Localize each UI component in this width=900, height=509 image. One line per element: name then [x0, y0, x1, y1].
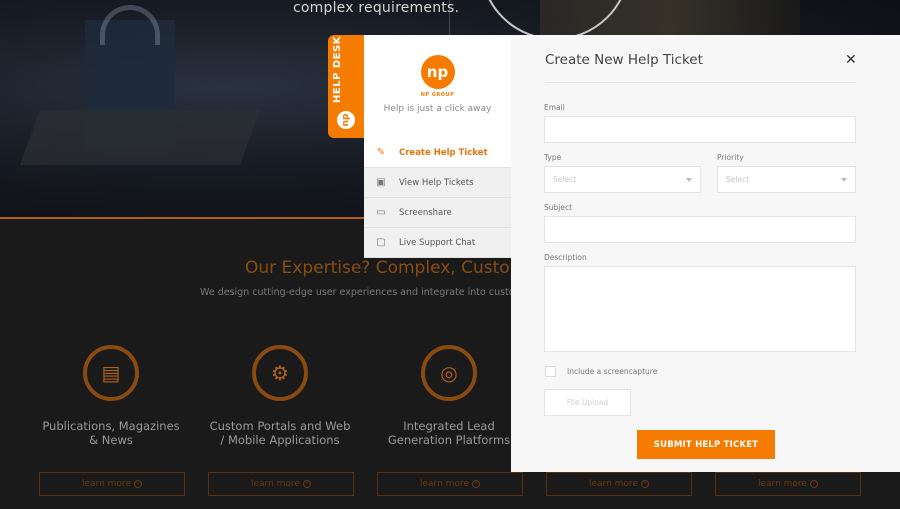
monitor-icon: ▭ — [376, 207, 386, 218]
monitor-gear-icon: ⚙ — [252, 345, 308, 401]
learn-more-label: learn more — [251, 479, 300, 489]
menu-item-view-help-tickets[interactable]: ▣ View Help Tickets — [364, 168, 511, 198]
learn-more-label: learn more — [420, 479, 469, 489]
service-card: ⚙ Custom Portals and Web / Mobile Applic… — [207, 345, 353, 447]
inbox-icon: ▣ — [376, 177, 386, 188]
priority-select[interactable]: Select — [717, 166, 856, 193]
chat-icon: ▢ — [376, 237, 386, 248]
np-logo-icon: np — [337, 111, 355, 129]
help-desk-tab-label: HELP DESK — [332, 36, 343, 103]
help-desk-sidebar: np NP GROUP Help is just a click away ✎ … — [364, 35, 511, 258]
edit-ticket-icon: ✎ — [376, 147, 386, 158]
service-card: ◎ Integrated Lead Generation Platforms — [376, 345, 522, 447]
description-label: Description — [544, 253, 587, 262]
newspaper-icon: ▤ — [83, 345, 139, 401]
service-title: Custom Portals and Web / Mobile Applicat… — [209, 419, 351, 447]
service-card: ▤ Publications, Magazines & News — [38, 345, 184, 447]
caret-down-icon — [841, 177, 847, 182]
description-textarea[interactable] — [544, 266, 856, 352]
chevron-right-circle-icon: › — [133, 480, 142, 488]
email-field[interactable] — [544, 116, 856, 143]
learn-more-button[interactable]: learn more › — [208, 472, 354, 496]
logo-text: NP GROUP — [420, 92, 455, 98]
np-group-logo: np — [420, 55, 455, 89]
form-divider — [545, 82, 856, 83]
service-title: Publications, Magazines & News — [42, 419, 180, 447]
subject-label: Subject — [544, 203, 573, 212]
menu-item-label: View Help Tickets — [399, 177, 474, 188]
learn-more-label: learn more — [589, 479, 638, 489]
form-title: Create New Help Ticket — [545, 52, 703, 68]
email-label: Email — [544, 103, 565, 112]
type-select-value: Select — [553, 175, 577, 184]
help-tagline: Help is just a click away — [383, 104, 492, 114]
learn-more-button[interactable]: learn more › — [546, 472, 692, 496]
learn-more-button[interactable]: learn more › — [377, 472, 523, 496]
target-person-icon: ◎ — [421, 345, 477, 401]
help-desk-tab[interactable]: HELP DESK np — [328, 35, 364, 138]
subject-field[interactable] — [544, 216, 856, 243]
close-icon[interactable]: ✕ — [845, 52, 857, 68]
brand-header: np NP GROUP Help is just a click away — [364, 35, 511, 138]
chevron-right-circle-icon: › — [809, 480, 818, 488]
type-label: Type — [544, 153, 562, 162]
hero-tagline: complex requirements. — [293, 0, 460, 16]
learn-more-label: learn more — [82, 479, 131, 489]
menu-item-label: Screenshare — [399, 207, 452, 218]
caret-down-icon — [686, 177, 692, 182]
submit-help-ticket-button[interactable]: SUBMIT HELP TICKET — [637, 430, 775, 459]
menu-item-screenshare[interactable]: ▭ Screenshare — [364, 198, 511, 228]
learn-more-label: learn more — [758, 479, 807, 489]
wifi-icon — [100, 5, 160, 45]
type-select[interactable]: Select — [544, 166, 701, 193]
menu-item-live-support-chat[interactable]: ▢ Live Support Chat — [364, 228, 511, 258]
chevron-right-circle-icon: › — [471, 480, 480, 488]
menu-item-label: Live Support Chat — [399, 237, 476, 248]
chevron-right-circle-icon: › — [302, 480, 311, 488]
menu-item-label: Create Help Ticket — [399, 147, 488, 158]
screencapture-label: Include a screencapture — [567, 367, 658, 376]
screencapture-checkbox[interactable] — [545, 366, 556, 377]
expertise-title: Our Expertise? Complex, Custom D — [245, 258, 545, 278]
learn-more-button[interactable]: learn more › — [39, 472, 185, 496]
learn-more-button[interactable]: learn more › — [715, 472, 861, 496]
file-upload-button[interactable]: File Upload — [544, 389, 631, 416]
chevron-right-circle-icon: › — [640, 480, 649, 488]
expertise-subtitle: We design cutting-edge user experiences … — [200, 287, 544, 298]
hero-image-paper — [19, 110, 261, 165]
create-ticket-form: Create New Help Ticket ✕ Email Type Sele… — [511, 35, 900, 472]
menu-item-create-help-ticket[interactable]: ✎ Create Help Ticket — [364, 138, 511, 168]
priority-select-value: Select — [726, 175, 750, 184]
priority-label: Priority — [717, 153, 744, 162]
service-title: Integrated Lead Generation Platforms — [387, 419, 511, 447]
